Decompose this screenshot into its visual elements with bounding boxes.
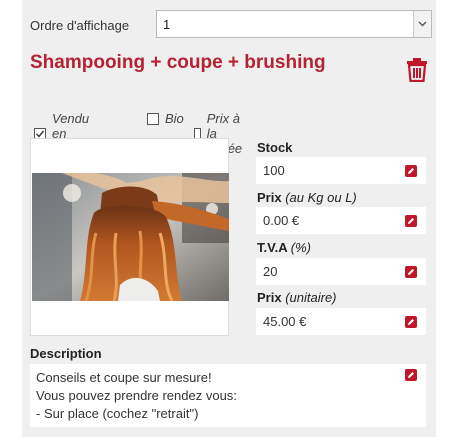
price-unit-label: Prix (unitaire) <box>257 290 337 305</box>
product-photo-frame[interactable] <box>30 138 229 336</box>
description-line: Vous pouvez prendre rendez vous: <box>36 388 237 403</box>
chevron-down-icon[interactable] <box>413 11 431 37</box>
tva-value: 20 <box>263 264 278 279</box>
description-line: Conseils et coupe sur mesure! <box>36 370 212 385</box>
display-order-label: Ordre d'affichage <box>30 18 130 33</box>
display-order-value: 1 <box>163 17 171 32</box>
price-kg-label: Prix (au Kg ou L) <box>257 190 357 205</box>
option-organic[interactable]: Bio <box>147 111 184 126</box>
organic-checkbox[interactable] <box>147 112 159 125</box>
display-order-select[interactable]: 1 <box>156 10 432 38</box>
product-title: Shampooing + coupe + brushing <box>30 52 326 73</box>
edit-icon[interactable] <box>405 316 417 328</box>
stock-value: 100 <box>263 163 285 178</box>
edit-icon[interactable] <box>405 215 417 227</box>
stock-label: Stock <box>257 140 293 155</box>
organic-label: Bio <box>165 111 184 126</box>
price-unit-value: 45.00 € <box>263 314 307 329</box>
price-kg-input[interactable]: 0.00 € <box>256 207 426 234</box>
display-order-row: Ordre d'affichage 1 <box>30 10 432 42</box>
edit-icon[interactable] <box>405 369 417 381</box>
stock-input[interactable]: 100 <box>256 157 426 184</box>
description-field[interactable]: Conseils et coupe sur mesure! Vous pouve… <box>30 364 426 427</box>
edit-icon[interactable] <box>405 266 417 278</box>
product-photo <box>32 173 229 301</box>
tva-label: T.V.A (%) <box>257 240 311 255</box>
trash-icon[interactable] <box>406 58 428 83</box>
tva-input[interactable]: 20 <box>256 258 426 285</box>
edit-icon[interactable] <box>405 165 417 177</box>
description-line: - Sur place (cochez "retrait") <box>36 406 199 421</box>
price-unit-input[interactable]: 45.00 € <box>256 308 426 335</box>
price-kg-value: 0.00 € <box>263 213 300 228</box>
product-card: Ordre d'affichage 1 Shampooing + coupe +… <box>22 0 436 437</box>
description-label: Description <box>30 346 102 361</box>
